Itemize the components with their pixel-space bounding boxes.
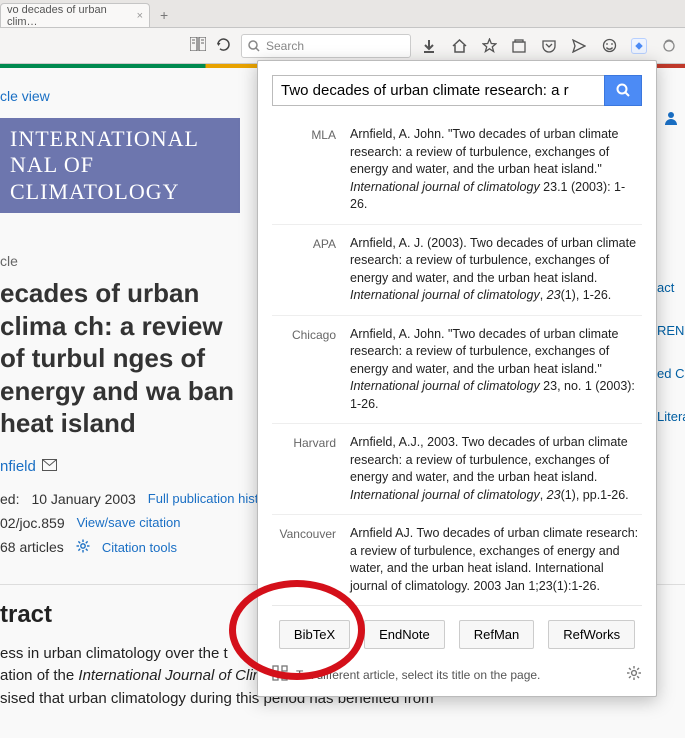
popup-search-input[interactable] [272, 75, 604, 106]
citation-style-label: MLA [272, 126, 336, 214]
citation-row: VancouverArnfield AJ. Two decades of urb… [272, 515, 642, 605]
citation-style-label: Harvard [272, 434, 336, 504]
downloads-icon[interactable] [421, 38, 437, 54]
citation-text[interactable]: Arnfield AJ. Two decades of urban climat… [350, 525, 642, 595]
browser-tab[interactable]: vo decades of urban clim… × [0, 3, 150, 27]
settings-gear-icon[interactable] [626, 665, 642, 684]
search-icon [248, 40, 260, 52]
published-label: ed: [0, 491, 19, 507]
reader-view-icon[interactable] [190, 37, 206, 54]
export-refworks-button[interactable]: RefWorks [548, 620, 635, 649]
export-endnote-button[interactable]: EndNote [364, 620, 445, 649]
export-refman-button[interactable]: RefMan [459, 620, 535, 649]
citation-text[interactable]: Arnfield, A. J. (2003). Two decades of u… [350, 235, 642, 305]
bookmark-star-icon[interactable] [481, 38, 497, 54]
search-icon [616, 83, 631, 98]
journal-banner-line2: NAL OF CLIMATOLOGY [10, 152, 230, 205]
reload-icon[interactable] [216, 37, 231, 55]
close-icon[interactable]: × [137, 10, 143, 22]
published-date: 10 January 2003 [31, 491, 135, 507]
smiley-icon[interactable] [601, 38, 617, 54]
citation-style-label: Chicago [272, 326, 336, 414]
citation-text[interactable]: Arnfield, A.J., 2003. Two decades of urb… [350, 434, 642, 504]
sidebar-link[interactable]: ed Cor [657, 366, 685, 381]
profile-icon[interactable] [663, 110, 679, 129]
popup-hint: T a different article, select its title … [296, 668, 618, 682]
selection-icon [272, 665, 288, 684]
citation-row: ChicagoArnfield, A. John. "Two decades o… [272, 316, 642, 425]
author-link[interactable]: nfield [0, 458, 36, 475]
sidebar-link[interactable]: Litera [657, 409, 685, 424]
tab-title: vo decades of urban clim… [7, 4, 137, 28]
browser-toolbar: Search [0, 28, 685, 64]
full-pub-history-link[interactable]: Full publication hist [148, 491, 259, 506]
article-title: ecades of urban clima ch: a review of tu… [0, 277, 250, 440]
journal-banner-line1: INTERNATIONAL [10, 126, 230, 152]
citation-text[interactable]: Arnfield, A. John. "Two decades of urban… [350, 326, 642, 414]
browser-search-input[interactable]: Search [241, 34, 411, 58]
send-icon[interactable] [571, 38, 587, 54]
sidebar-link[interactable]: RENCE [657, 323, 685, 338]
home-icon[interactable] [451, 38, 467, 54]
gear-icon [76, 539, 90, 556]
sidebar-link[interactable]: act [657, 280, 685, 295]
addon-icon[interactable] [661, 38, 677, 54]
citation-tools-link[interactable]: Citation tools [102, 540, 177, 555]
citation-style-label: APA [272, 235, 336, 305]
export-bibtex-button[interactable]: BibTeX [279, 620, 350, 649]
citation-style-label: Vancouver [272, 525, 336, 595]
new-tab-button[interactable]: + [150, 3, 178, 27]
browser-tab-strip: vo decades of urban clim… × + [0, 0, 685, 28]
journal-banner: INTERNATIONAL NAL OF CLIMATOLOGY [0, 118, 240, 213]
cited-by-count: 68 articles [0, 539, 64, 555]
right-sidebar: act RENCE ed Cor Litera [657, 280, 685, 452]
search-placeholder: Search [266, 39, 304, 53]
citation-text[interactable]: Arnfield, A. John. "Two decades of urban… [350, 126, 642, 214]
popup-search-button[interactable] [604, 75, 642, 106]
mail-icon[interactable] [42, 458, 57, 475]
citation-row: MLAArnfield, A. John. "Two decades of ur… [272, 116, 642, 225]
library-icon[interactable] [511, 38, 527, 54]
citation-extension-icon[interactable] [631, 38, 647, 54]
citation-row: HarvardArnfield, A.J., 2003. Two decades… [272, 424, 642, 515]
citation-row: APAArnfield, A. J. (2003). Two decades o… [272, 225, 642, 316]
doi-text: 02/joc.859 [0, 515, 65, 531]
pocket-icon[interactable] [541, 38, 557, 54]
save-citation-link[interactable]: View/save citation [77, 515, 181, 530]
citation-popup: MLAArnfield, A. John. "Two decades of ur… [257, 60, 657, 697]
